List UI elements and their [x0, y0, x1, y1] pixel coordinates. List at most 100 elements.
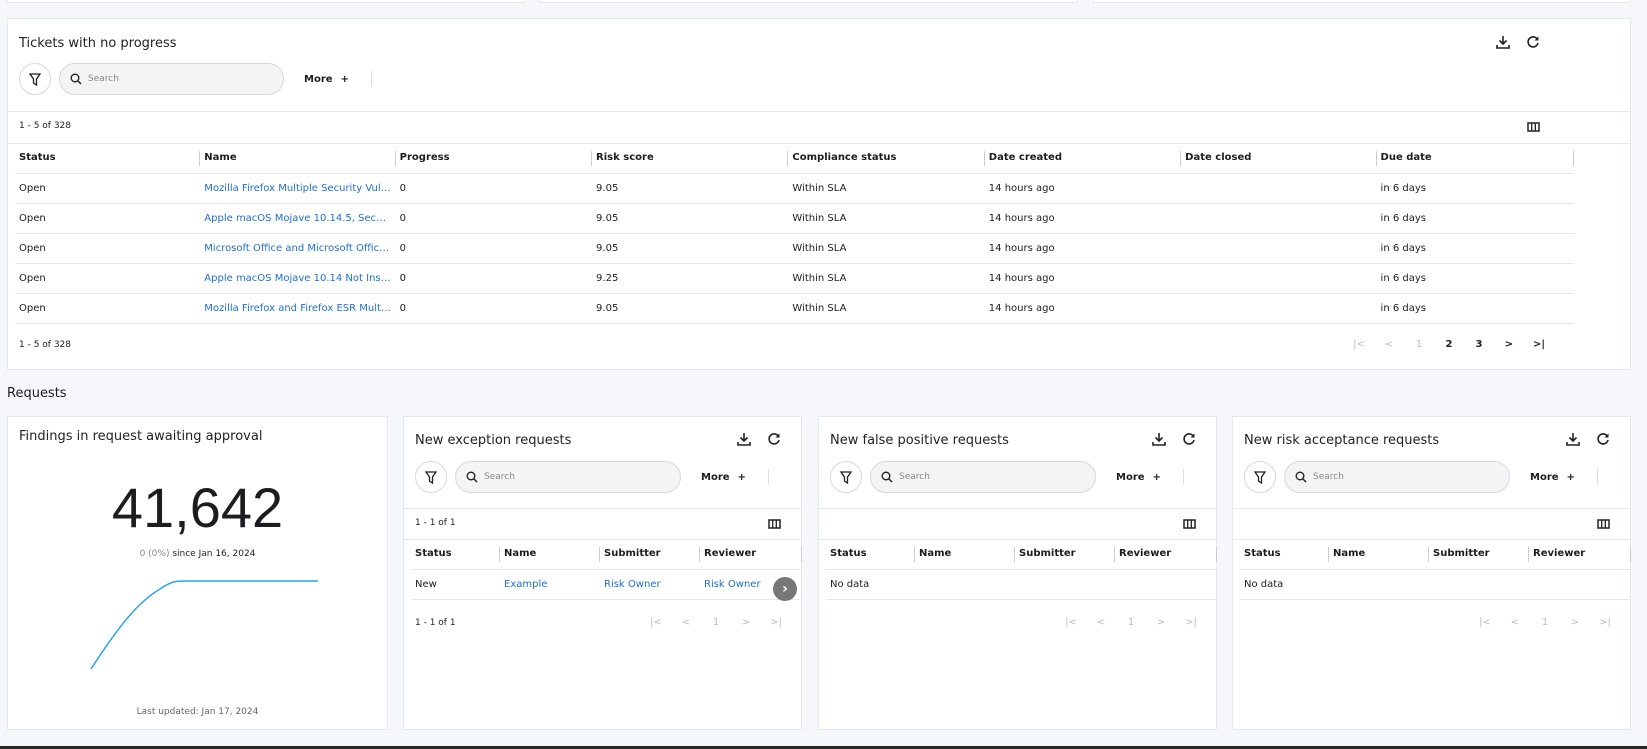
columns-icon[interactable]	[765, 515, 783, 533]
result-count-bottom: 1 - 5 of 328	[19, 340, 71, 350]
scroll-right-button[interactable]: ›	[773, 577, 797, 601]
prev-page-button[interactable]: <	[1500, 617, 1530, 628]
column-header[interactable]: Due date	[1376, 143, 1574, 174]
page-button[interactable]: 1	[1116, 617, 1146, 628]
download-icon[interactable]	[1150, 430, 1168, 448]
ticket-name-link[interactable]: Apple macOS Mojave 10.14.5, Securit…	[200, 203, 396, 234]
first-page-button[interactable]: |<	[641, 617, 671, 628]
ticket-name-link[interactable]: Microsoft Office and Microsoft Office …	[200, 233, 396, 264]
column-header[interactable]: Reviewer	[1115, 539, 1217, 570]
prev-page-button[interactable]: <	[1086, 617, 1116, 628]
refresh-icon[interactable]	[1180, 430, 1198, 448]
column-resize-handle[interactable]	[801, 547, 802, 562]
ticket-name-link[interactable]: Apple macOS Mojave 10.14 Not Instal…	[200, 263, 396, 294]
last-page-button[interactable]: >|	[1176, 617, 1206, 628]
refresh-icon[interactable]	[765, 430, 783, 448]
search-input[interactable]	[88, 69, 268, 89]
prev-page-button[interactable]: <	[1374, 339, 1404, 350]
table-link[interactable]: Risk Owner	[600, 569, 700, 600]
download-icon[interactable]	[1564, 430, 1582, 448]
column-label: Date closed	[1185, 152, 1252, 164]
next-page-button[interactable]: >	[731, 617, 761, 628]
page-button[interactable]: 1	[1530, 617, 1560, 628]
column-header[interactable]: Name	[200, 143, 396, 174]
table-row[interactable]: Open Apple macOS Mojave 10.14.5, Securit……	[15, 203, 1574, 234]
search-input[interactable]	[1313, 467, 1493, 487]
column-header[interactable]: Date closed	[1181, 143, 1377, 174]
column-resize-handle[interactable]	[1573, 151, 1574, 166]
column-label: Name	[919, 548, 952, 560]
column-header[interactable]: Compliance status	[788, 143, 985, 174]
page-button[interactable]: 3	[1464, 339, 1494, 350]
table-row[interactable]: New Example Risk Owner Risk Owner	[411, 569, 802, 600]
table-cell: 14 hours ago	[984, 263, 1182, 294]
column-header[interactable]: Submitter	[600, 539, 700, 570]
last-page-button[interactable]: >|	[761, 617, 791, 628]
last-page-button[interactable]: >|	[1590, 617, 1620, 628]
column-header[interactable]: Status	[15, 143, 201, 174]
columns-icon[interactable]	[1180, 515, 1198, 533]
table-row[interactable]: Open Mozilla Firefox Multiple Security Vu…	[15, 173, 1574, 204]
download-icon[interactable]	[735, 430, 753, 448]
column-header[interactable]: Date created	[984, 143, 1182, 174]
column-header[interactable]: Status	[1240, 539, 1329, 570]
filter-button[interactable]	[415, 461, 447, 493]
card-title: Findings in request awaiting approval	[19, 429, 263, 444]
next-page-button[interactable]: >	[1494, 339, 1524, 350]
pagination: |< <1 2 3 > >|	[1344, 339, 1554, 350]
column-resize-handle[interactable]	[1216, 547, 1217, 562]
search-field[interactable]	[870, 461, 1096, 493]
download-icon[interactable]	[1494, 33, 1512, 51]
column-header[interactable]: Reviewer	[700, 539, 802, 570]
column-label: Submitter	[1019, 548, 1076, 560]
columns-icon[interactable]	[1594, 515, 1612, 533]
column-header[interactable]: Name	[915, 539, 1015, 570]
search-field[interactable]	[59, 63, 284, 95]
search-field[interactable]	[1284, 461, 1510, 493]
page-button[interactable]: 1	[1404, 339, 1434, 350]
filter-button[interactable]	[1244, 461, 1276, 493]
column-label: Status	[830, 548, 867, 560]
last-page-button[interactable]: >|	[1524, 339, 1554, 350]
ticket-name-link[interactable]: Mozilla Firefox and Firefox ESR Multi…	[200, 293, 396, 324]
column-header[interactable]: Reviewer	[1529, 539, 1631, 570]
more-filters-button[interactable]: More +	[1530, 472, 1575, 483]
table-link[interactable]: Example	[500, 569, 600, 600]
filter-button[interactable]	[830, 461, 862, 493]
page-button[interactable]: 1	[701, 617, 731, 628]
search-input[interactable]	[484, 467, 664, 487]
table-cell: Open	[15, 233, 201, 264]
first-page-button[interactable]: |<	[1056, 617, 1086, 628]
table-row[interactable]: Open Microsoft Office and Microsoft Offic…	[15, 233, 1574, 264]
column-resize-handle[interactable]	[1630, 547, 1631, 562]
next-page-button[interactable]: >	[1146, 617, 1176, 628]
prev-page-button[interactable]: <	[671, 617, 701, 628]
page-button[interactable]: 2	[1434, 339, 1464, 350]
column-header[interactable]: Name	[1329, 539, 1429, 570]
first-page-button[interactable]: |<	[1470, 617, 1500, 628]
more-filters-button[interactable]: More +	[701, 472, 746, 483]
column-label: Submitter	[1433, 548, 1490, 560]
more-filters-button[interactable]: More +	[304, 74, 349, 85]
column-header[interactable]: Name	[500, 539, 600, 570]
more-filters-button[interactable]: More +	[1116, 472, 1161, 483]
column-header[interactable]: Status	[826, 539, 915, 570]
first-page-button[interactable]: |<	[1344, 339, 1374, 350]
column-header[interactable]: Submitter	[1015, 539, 1115, 570]
refresh-icon[interactable]	[1594, 430, 1612, 448]
column-header[interactable]: Risk score	[592, 143, 789, 174]
ticket-name-link[interactable]: Mozilla Firefox Multiple Security Vuln…	[200, 173, 396, 204]
column-header[interactable]: Status	[411, 539, 500, 570]
filter-button[interactable]	[19, 63, 51, 95]
columns-icon[interactable]	[1524, 118, 1542, 136]
search-input[interactable]	[899, 467, 1079, 487]
next-page-button[interactable]: >	[1560, 617, 1590, 628]
column-header[interactable]: Submitter	[1429, 539, 1529, 570]
table-row[interactable]: Open Mozilla Firefox and Firefox ESR Mult…	[15, 293, 1574, 324]
column-header[interactable]: Progress	[395, 143, 593, 174]
table-cell	[1181, 263, 1377, 294]
refresh-icon[interactable]	[1524, 33, 1542, 51]
table-row[interactable]: Open Apple macOS Mojave 10.14 Not Instal……	[15, 263, 1574, 294]
table-cell: 0	[395, 203, 593, 234]
search-field[interactable]	[455, 461, 681, 493]
